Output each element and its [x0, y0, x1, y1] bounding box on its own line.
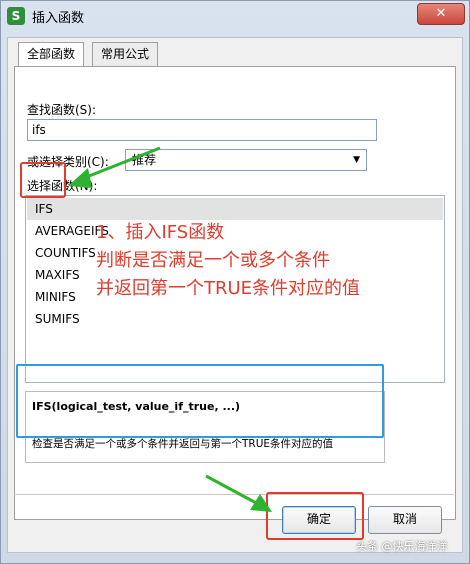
watermark: 头条 @快乐海洋洋 [356, 540, 448, 553]
green-arrow-icon [205, 474, 272, 512]
annotation-arrows [68, 146, 272, 512]
green-arrow-icon [68, 146, 161, 188]
